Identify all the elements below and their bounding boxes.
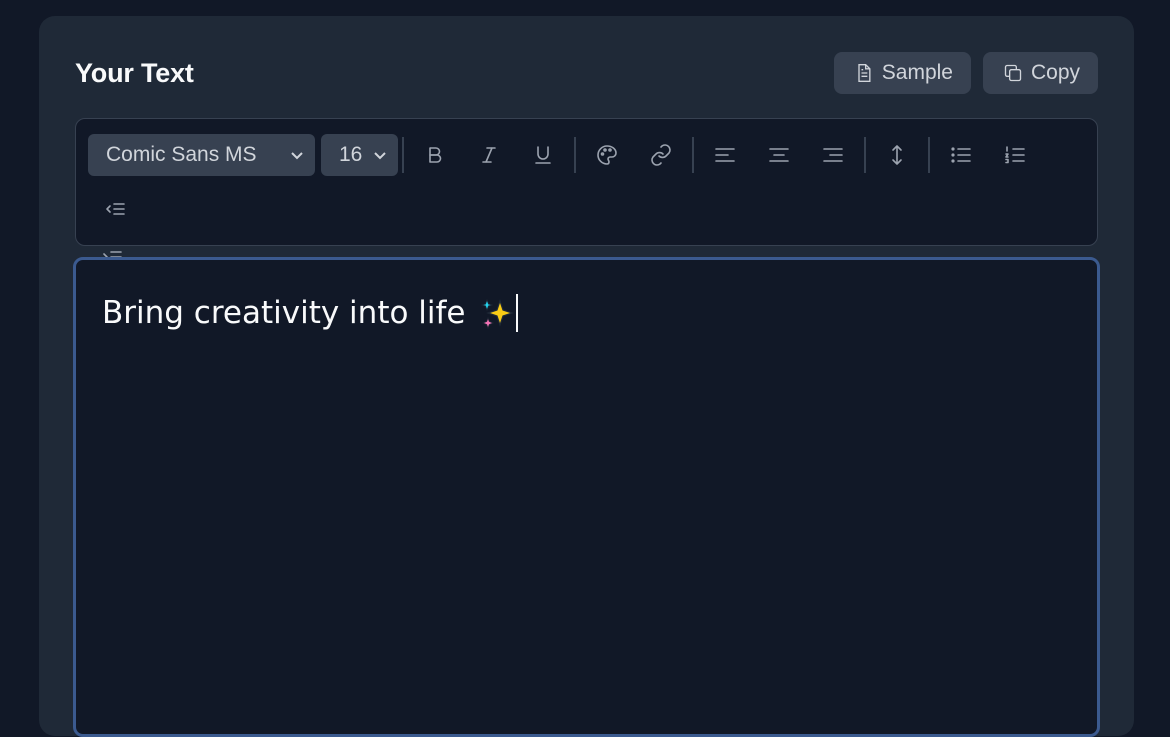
editor-text: Bring creativity into life (102, 295, 466, 331)
bullet-list-icon (951, 147, 971, 163)
toolbar-divider (574, 137, 576, 173)
panel-header: Your Text Sample Copy (75, 52, 1098, 94)
outdent-icon (106, 203, 125, 215)
italic-icon (482, 147, 496, 163)
chevron-down-icon (291, 152, 303, 160)
link-icon (651, 144, 671, 166)
formatting-toolbar: Comic Sans MS 16 (75, 118, 1098, 263)
sample-button-label: Sample (881, 61, 953, 84)
header-actions: Sample Copy (833, 52, 1098, 94)
align-left-icon (715, 148, 735, 162)
numbered-list-button[interactable] (988, 134, 1042, 176)
align-right-icon (823, 148, 843, 162)
sample-button[interactable]: Sample (833, 52, 971, 94)
chevron-down-icon (374, 152, 386, 160)
align-right-button[interactable] (806, 134, 860, 176)
align-left-button[interactable] (698, 134, 752, 176)
underline-icon (535, 146, 551, 164)
italic-button[interactable] (462, 134, 516, 176)
toolbar-divider (692, 137, 694, 173)
document-icon (858, 64, 871, 82)
font-size-value: 16 (339, 143, 363, 166)
text-caret (515, 294, 518, 332)
bold-button[interactable] (408, 134, 462, 176)
toolbar-divider (864, 137, 866, 173)
text-editor[interactable]: Bring creativity into life (73, 257, 1100, 737)
copy-button-label: Copy (1030, 61, 1080, 84)
underline-button[interactable] (516, 134, 570, 176)
editor-panel: Your Text Sample Copy Comic Sans MS 16 B… (39, 16, 1134, 737)
bold-icon (429, 147, 442, 163)
outdent-button[interactable] (88, 188, 142, 230)
copy-button[interactable]: Copy (982, 52, 1098, 94)
toolbar-divider (928, 137, 930, 173)
align-center-icon (769, 148, 789, 162)
bullet-list-button[interactable] (934, 134, 988, 176)
font-family-select[interactable]: Comic Sans MS (88, 134, 315, 176)
editor-content[interactable]: Bring creativity into life (102, 294, 1071, 332)
sparkles-icon (480, 298, 514, 330)
line-height-button[interactable] (870, 134, 924, 176)
palette-icon (597, 145, 617, 165)
font-size-select[interactable]: 16 (321, 134, 398, 176)
page-title: Your Text (75, 57, 194, 88)
toolbar-divider (402, 137, 404, 173)
line-height-icon (892, 145, 902, 165)
font-family-value: Comic Sans MS (106, 143, 257, 166)
align-center-button[interactable] (752, 134, 806, 176)
copy-icon (1004, 64, 1022, 82)
link-button[interactable] (634, 134, 688, 176)
numbered-list-icon (1005, 146, 1025, 164)
text-color-button[interactable] (580, 134, 634, 176)
